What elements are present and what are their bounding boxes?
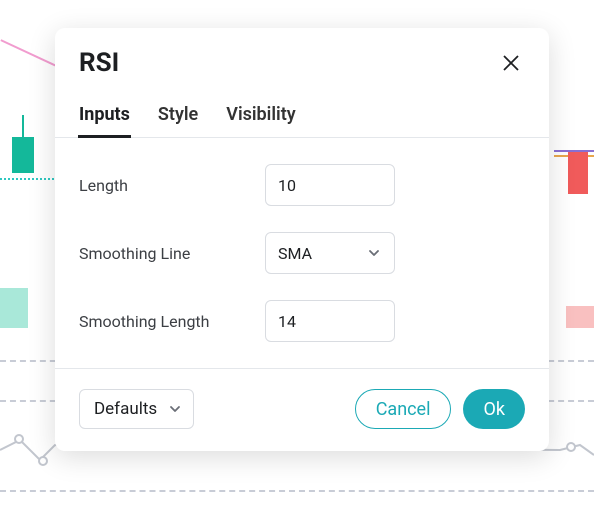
- bg-plot-point: [566, 442, 576, 452]
- bg-plot-point: [38, 456, 48, 466]
- row-smoothing-length: Smoothing Length: [79, 300, 525, 342]
- label-smoothing-length: Smoothing Length: [79, 312, 265, 331]
- bg-candle-wick: [22, 115, 24, 141]
- indicator-settings-dialog: RSI Inputs Style Visibility Length Smoot…: [55, 28, 549, 451]
- close-icon: [501, 53, 521, 73]
- tabs: Inputs Style Visibility: [55, 86, 549, 138]
- cancel-button[interactable]: Cancel: [355, 389, 452, 429]
- row-length: Length: [79, 164, 525, 206]
- bg-candle: [12, 137, 34, 173]
- select-smoothing-line-value: SMA: [278, 244, 312, 263]
- label-length: Length: [79, 176, 265, 195]
- bg-line: [554, 155, 594, 157]
- label-smoothing-line: Smoothing Line: [79, 244, 265, 263]
- bg-dash-line: [0, 490, 594, 492]
- footer-actions: Cancel Ok: [355, 389, 525, 429]
- dialog-title: RSI: [79, 48, 119, 78]
- bg-candle: [568, 152, 588, 194]
- bg-line: [0, 39, 56, 101]
- tab-inputs[interactable]: Inputs: [79, 96, 130, 137]
- tab-style[interactable]: Style: [158, 96, 198, 137]
- row-smoothing-line: Smoothing Line SMA: [79, 232, 525, 274]
- select-smoothing-line[interactable]: SMA: [265, 232, 395, 274]
- chevron-down-icon: [167, 401, 183, 417]
- dialog-header: RSI: [55, 28, 549, 86]
- chevron-down-icon: [366, 245, 382, 261]
- tab-visibility[interactable]: Visibility: [226, 96, 295, 137]
- bg-line: [554, 150, 594, 152]
- bg-dotted-line: [0, 178, 58, 180]
- bg-volume-bar: [566, 306, 594, 328]
- bg-plot-point: [14, 434, 24, 444]
- defaults-button[interactable]: Defaults: [79, 389, 194, 429]
- defaults-label: Defaults: [94, 399, 157, 419]
- ok-button[interactable]: Ok: [463, 389, 525, 429]
- close-button[interactable]: [497, 49, 525, 77]
- form-body: Length Smoothing Line SMA Smoothing Leng…: [55, 138, 549, 350]
- input-smoothing-length[interactable]: [265, 300, 395, 342]
- bg-volume-bar: [0, 288, 28, 328]
- dialog-footer: Defaults Cancel Ok: [55, 368, 549, 451]
- input-length[interactable]: [265, 164, 395, 206]
